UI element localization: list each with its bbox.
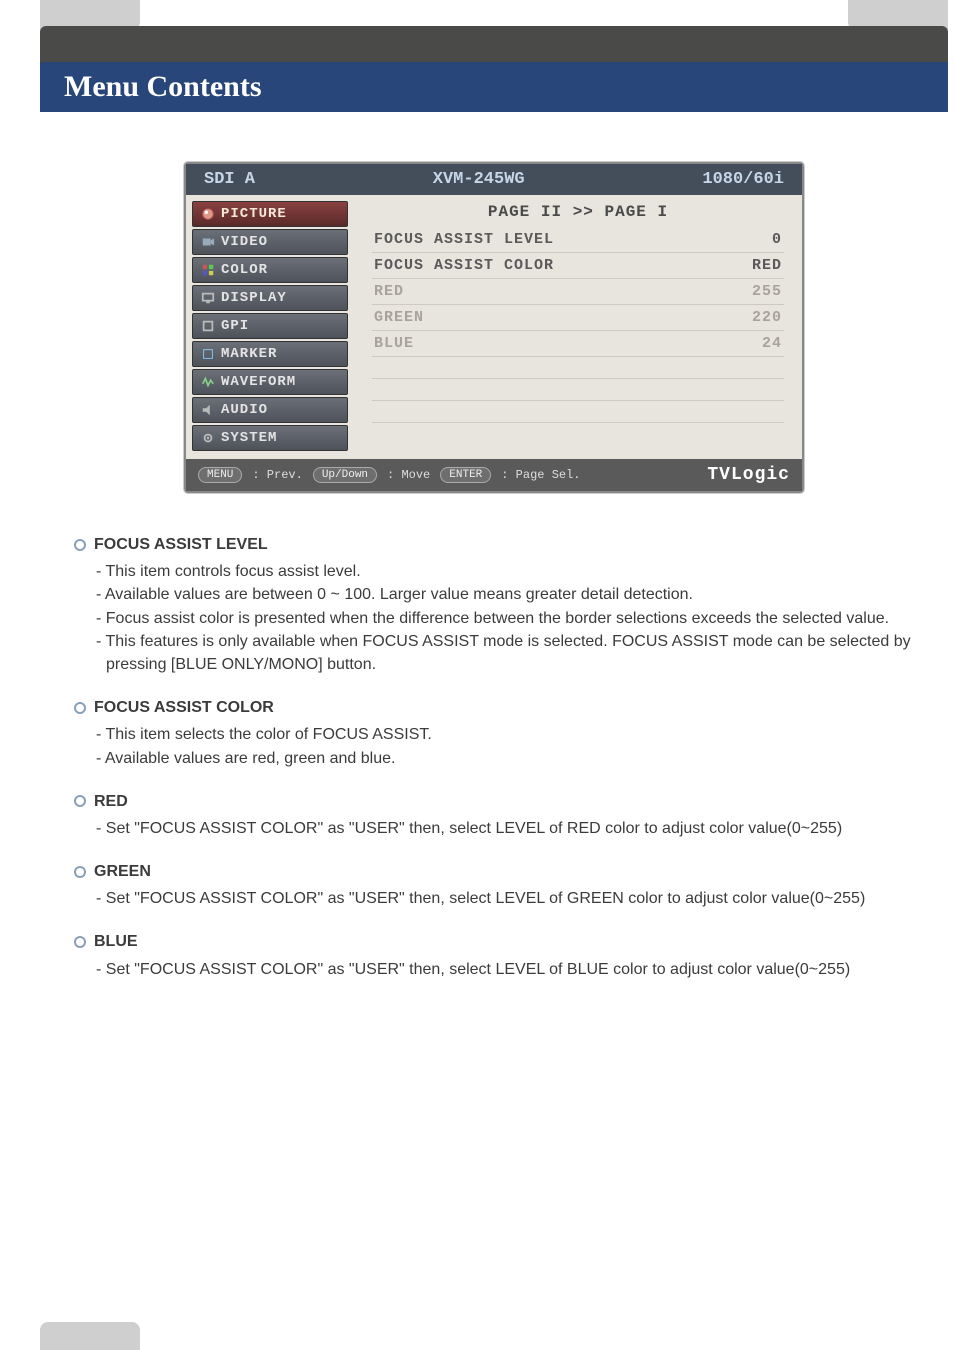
osd-sidebar-label: AUDIO: [221, 402, 268, 418]
osd-footer-enter-pill: ENTER: [440, 467, 491, 483]
bullet-ring-icon: [74, 539, 86, 551]
osd-row[interactable]: BLUE 24: [372, 331, 784, 357]
osd-sidebar-item-color[interactable]: COLOR: [192, 257, 348, 283]
osd-screenshot: SDI A XVM-245WG 1080/60i PICTURE: [184, 162, 804, 493]
section-title: RED: [94, 790, 128, 813]
bullet-ring-icon: [74, 866, 86, 878]
page-tab-bottom-left: [40, 1322, 140, 1350]
osd-sidebar-label: PICTURE: [221, 206, 287, 222]
gpi-icon: [201, 319, 215, 333]
display-icon: [201, 291, 215, 305]
osd-page-header: PAGE II >> PAGE I: [372, 201, 784, 227]
osd-row-value: 24: [762, 335, 782, 352]
osd-row-blank: [372, 401, 784, 423]
section-title: FOCUS ASSIST COLOR: [94, 696, 274, 719]
osd-footer-brand: TVLogic: [707, 465, 790, 485]
video-icon: [201, 235, 215, 249]
osd-sidebar-item-picture[interactable]: PICTURE: [192, 201, 348, 227]
osd-sidebar: PICTURE VIDEO COLOR: [186, 195, 354, 459]
section-line: This features is only available when FOC…: [96, 630, 914, 676]
osd-model-label: XVM-245WG: [433, 170, 525, 189]
osd-sidebar-item-display[interactable]: DISPLAY: [192, 285, 348, 311]
section-line: Set "FOCUS ASSIST COLOR" as "USER" then,…: [96, 817, 914, 840]
osd-row[interactable]: FOCUS ASSIST COLOR RED: [372, 253, 784, 279]
color-icon: [201, 263, 215, 277]
section-title: GREEN: [94, 860, 151, 883]
audio-icon: [201, 403, 215, 417]
osd-footer: MENU : Prev. Up/Down : Move ENTER : Page…: [186, 459, 802, 491]
osd-row-value: 220: [752, 309, 782, 326]
osd-sidebar-label: COLOR: [221, 262, 268, 278]
description-sections: FOCUS ASSIST LEVEL This item controls fo…: [74, 533, 914, 981]
osd-row-value: 255: [752, 283, 782, 300]
osd-row-label: RED: [374, 283, 404, 300]
osd-row-blank: [372, 379, 784, 401]
osd-sidebar-label: SYSTEM: [221, 430, 277, 446]
section-blue: BLUE Set "FOCUS ASSIST COLOR" as "USER" …: [74, 930, 914, 980]
waveform-icon: [201, 375, 215, 389]
osd-footer-enter-text: : Page Sel.: [501, 468, 580, 482]
osd-row[interactable]: RED 255: [372, 279, 784, 305]
osd-main-panel: PAGE II >> PAGE I FOCUS ASSIST LEVEL 0 F…: [354, 195, 802, 459]
section-title: BLUE: [94, 930, 138, 953]
section-focus-assist-level: FOCUS ASSIST LEVEL This item controls fo…: [74, 533, 914, 676]
osd-sidebar-item-marker[interactable]: MARKER: [192, 341, 348, 367]
osd-row-blank: [372, 357, 784, 379]
osd-row-label: FOCUS ASSIST COLOR: [374, 257, 554, 274]
section-line: Available values are red, green and blue…: [96, 747, 914, 770]
osd-sidebar-item-gpi[interactable]: GPI: [192, 313, 348, 339]
marker-icon: [201, 347, 215, 361]
picture-icon: [201, 207, 215, 221]
osd-row-value: RED: [752, 257, 782, 274]
osd-footer-updown-pill: Up/Down: [313, 467, 377, 483]
osd-row-label: FOCUS ASSIST LEVEL: [374, 231, 554, 248]
title-band: Menu Contents: [40, 62, 948, 112]
section-line: Set "FOCUS ASSIST COLOR" as "USER" then,…: [96, 887, 914, 910]
section-line: Available values are between 0 ~ 100. La…: [96, 583, 914, 606]
osd-sidebar-label: GPI: [221, 318, 249, 334]
gear-icon: [201, 431, 215, 445]
osd-row-label: BLUE: [374, 335, 414, 352]
osd-sidebar-label: DISPLAY: [221, 290, 287, 306]
section-title: FOCUS ASSIST LEVEL: [94, 533, 268, 556]
osd-footer-menu-text: : Prev.: [252, 468, 302, 482]
osd-sidebar-item-waveform[interactable]: WAVEFORM: [192, 369, 348, 395]
bullet-ring-icon: [74, 936, 86, 948]
section-line: Focus assist color is presented when the…: [96, 607, 914, 630]
bullet-ring-icon: [74, 702, 86, 714]
section-line: This item selects the color of FOCUS ASS…: [96, 723, 914, 746]
section-green: GREEN Set "FOCUS ASSIST COLOR" as "USER"…: [74, 860, 914, 910]
section-line: Set "FOCUS ASSIST COLOR" as "USER" then,…: [96, 958, 914, 981]
osd-sidebar-label: WAVEFORM: [221, 374, 296, 390]
osd-footer-menu-pill: MENU: [198, 467, 242, 483]
section-red: RED Set "FOCUS ASSIST COLOR" as "USER" t…: [74, 790, 914, 840]
osd-sidebar-item-system[interactable]: SYSTEM: [192, 425, 348, 451]
section-focus-assist-color: FOCUS ASSIST COLOR This item selects the…: [74, 696, 914, 770]
page-title: Menu Contents: [64, 70, 262, 104]
osd-sidebar-item-video[interactable]: VIDEO: [192, 229, 348, 255]
osd-format-label: 1080/60i: [702, 170, 784, 189]
osd-footer-updown-text: : Move: [387, 468, 430, 482]
bullet-ring-icon: [74, 795, 86, 807]
osd-sidebar-label: VIDEO: [221, 234, 268, 250]
osd-sidebar-item-audio[interactable]: AUDIO: [192, 397, 348, 423]
content-area: SDI A XVM-245WG 1080/60i PICTURE: [40, 112, 948, 1320]
osd-sidebar-label: MARKER: [221, 346, 277, 362]
osd-top-bar: SDI A XVM-245WG 1080/60i: [186, 164, 802, 195]
osd-row-value: 0: [772, 231, 782, 248]
osd-row[interactable]: FOCUS ASSIST LEVEL 0: [372, 227, 784, 253]
osd-input-label: SDI A: [204, 170, 255, 189]
osd-row-label: GREEN: [374, 309, 424, 326]
section-line: This item controls focus assist level.: [96, 560, 914, 583]
osd-row[interactable]: GREEN 220: [372, 305, 784, 331]
